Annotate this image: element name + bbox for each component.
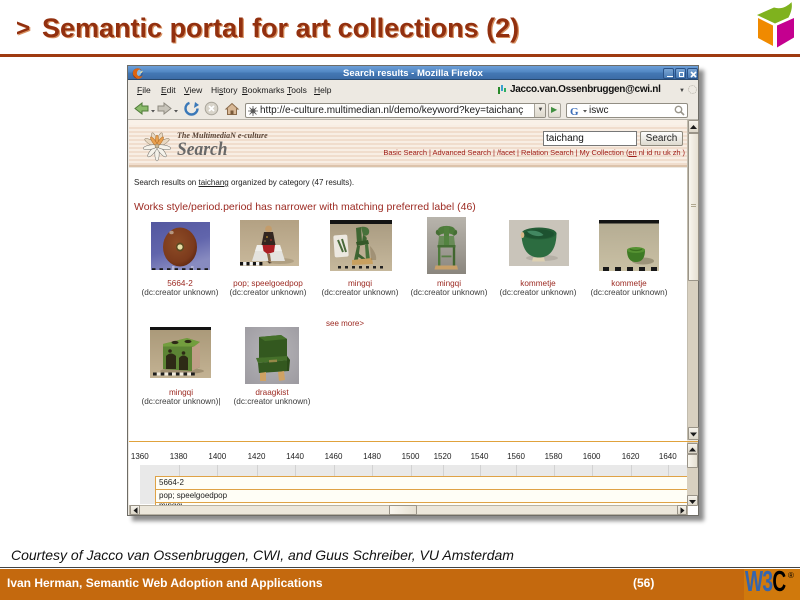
- svg-text:G: G: [570, 106, 579, 117]
